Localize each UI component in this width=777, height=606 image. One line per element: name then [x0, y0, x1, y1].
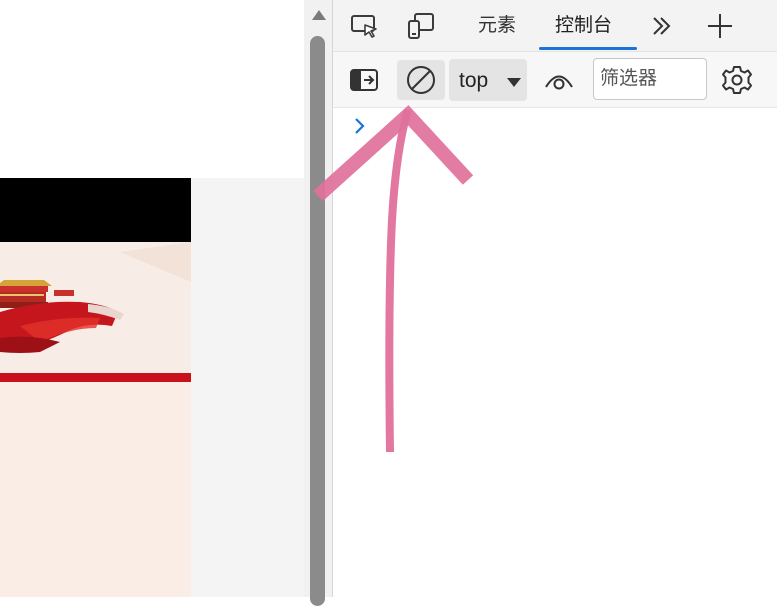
devtools-panel: 元素 控制台 top 筛选器: [332, 0, 777, 597]
banner-red-stripe: [0, 373, 191, 382]
black-header-band: [0, 178, 191, 242]
console-filter-input[interactable]: [593, 58, 707, 100]
scrollbar-thumb[interactable]: [310, 36, 325, 606]
plus-icon: [708, 14, 732, 38]
active-tab-indicator: [539, 47, 637, 50]
add-tab-button[interactable]: [703, 10, 737, 42]
tab-console[interactable]: 控制台: [541, 0, 626, 52]
double-chevron-right-icon: [653, 17, 671, 35]
console-output[interactable]: [333, 108, 777, 597]
inspect-element-icon: [351, 15, 377, 38]
chevron-right-icon: [355, 118, 365, 134]
sidebar-toggle-button[interactable]: [347, 64, 381, 96]
page-scrollbar[interactable]: [304, 0, 332, 606]
more-tabs-button[interactable]: [647, 12, 677, 40]
live-expression-eye-icon: [545, 75, 573, 90]
banner-image: [0, 242, 191, 373]
inspect-element-button[interactable]: [345, 10, 385, 42]
live-expression-button[interactable]: [541, 64, 577, 96]
console-settings-button[interactable]: [717, 62, 757, 98]
page-content-area: [0, 382, 191, 597]
page-viewport: [0, 0, 304, 597]
tiananmen-banner-graphic: [0, 242, 191, 353]
js-context-select[interactable]: top: [449, 59, 527, 101]
clear-console-icon: [407, 66, 435, 94]
devtools-tab-bar: 元素 控制台: [333, 0, 777, 52]
sidebar-toggle-icon: [350, 69, 378, 91]
clear-console-button[interactable]: [397, 60, 445, 100]
console-prompt[interactable]: [353, 116, 367, 141]
device-emulation-button[interactable]: [401, 10, 441, 42]
scroll-up-arrow-icon[interactable]: [312, 10, 326, 20]
js-context-value: top: [459, 69, 489, 92]
gear-icon: [722, 66, 752, 94]
device-emulation-icon: [408, 13, 434, 39]
caret-down-icon: [507, 78, 521, 87]
console-toolbar: top: [333, 52, 777, 108]
tab-elements[interactable]: 元素: [464, 0, 530, 52]
